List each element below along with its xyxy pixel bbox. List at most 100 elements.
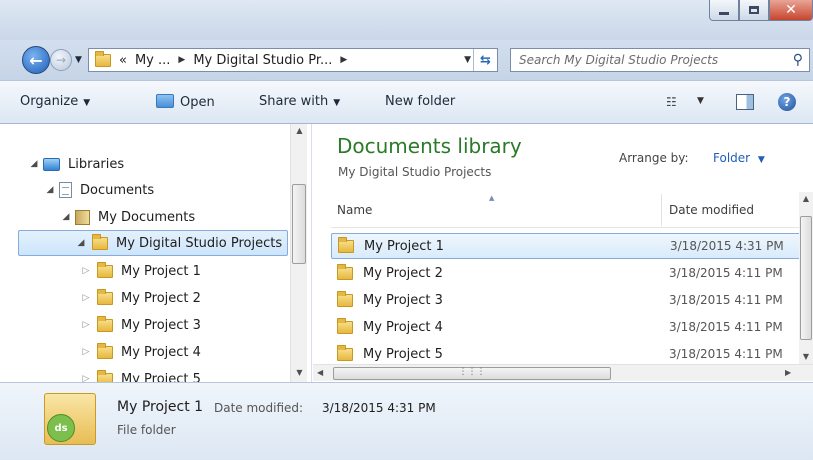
scrollbar-thumb[interactable]: ⋮⋮⋮ (333, 367, 611, 380)
folder-icon (97, 369, 113, 382)
collapsed-triangle-icon[interactable]: ▷ (80, 374, 92, 382)
collapsed-triangle-icon[interactable]: ▷ (80, 347, 92, 357)
organize-button[interactable]: Organize ▼ (20, 94, 90, 109)
details-date-value: 3/18/2015 4:31 PM (322, 401, 436, 415)
content-horizontal-scrollbar[interactable]: ◀ ⋮⋮⋮ ▶ (313, 364, 813, 381)
chevron-down-icon: ▼ (83, 98, 91, 108)
search-box[interactable]: ⚲ (510, 48, 810, 72)
sort-ascending-icon: ▲ (489, 194, 495, 202)
chevron-down-icon: ▼ (333, 98, 341, 108)
command-bar: Organize ▼ Open Share with ▼ New folder ☷ … (0, 80, 813, 124)
share-with-button[interactable]: Share with ▼ (259, 94, 340, 109)
tree-label: My Project 2 (121, 290, 201, 306)
view-options-dropdown-icon[interactable]: ▼ (697, 96, 704, 106)
folder-icon (337, 263, 353, 280)
search-icon[interactable]: ⚲ (793, 52, 803, 68)
details-item-type: File folder (117, 423, 176, 437)
tree-item-libraries[interactable]: ◢ Libraries (28, 151, 298, 177)
scroll-up-icon[interactable]: ▲ (291, 126, 308, 135)
maximize-button[interactable] (739, 0, 769, 21)
preview-pane-button[interactable] (736, 94, 754, 110)
collapsed-triangle-icon[interactable]: ▷ (80, 293, 92, 303)
change-view-icon[interactable]: ☷ (666, 95, 677, 109)
navigation-pane-scrollbar[interactable]: ▲ ▼ (290, 124, 307, 382)
scroll-down-icon[interactable]: ▼ (291, 368, 308, 377)
library-title: Documents library (337, 134, 522, 158)
tree-label: My Project 4 (121, 344, 201, 360)
new-folder-button[interactable]: New folder (385, 94, 455, 109)
tree-item-documents[interactable]: ◢ Documents (44, 177, 311, 203)
help-button[interactable]: ? (778, 93, 796, 111)
folder-icon (97, 261, 113, 278)
maximize-icon (749, 6, 759, 14)
file-name: My Project 5 (363, 346, 443, 362)
tree-item-project[interactable]: ▷ My Project 5 (80, 366, 311, 383)
scroll-up-icon[interactable]: ▲ (799, 194, 813, 203)
tree-label: Documents (80, 182, 155, 198)
tree-item-my-digital-studio-projects[interactable]: ◢ My Digital Studio Projects (18, 230, 288, 256)
navigation-pane: ◢ Libraries ◢ Documents ◢ My Documents ◢… (0, 124, 312, 382)
tree-item-project[interactable]: ▷ My Project 1 (80, 258, 311, 284)
refresh-icon: ⇆ (480, 52, 491, 68)
my-documents-icon (75, 209, 90, 225)
libraries-icon (43, 157, 60, 171)
breadcrumb-item-my-documents[interactable]: My ... (135, 53, 170, 68)
expanded-triangle-icon[interactable]: ◢ (75, 238, 87, 248)
tree-item-project[interactable]: ▷ My Project 3 (80, 312, 311, 338)
back-button[interactable]: ← (22, 46, 50, 74)
file-row[interactable]: My Project 3 3/18/2015 4:11 PM (331, 287, 801, 313)
arrange-by-label: Arrange by: (619, 151, 689, 165)
scroll-left-icon[interactable]: ◀ (317, 368, 323, 377)
chevron-down-icon: ▼ (757, 155, 765, 165)
scrollbar-thumb[interactable] (800, 216, 812, 340)
forward-button[interactable]: → (50, 49, 72, 71)
search-input[interactable] (519, 53, 774, 67)
content-vertical-scrollbar[interactable]: ▲ ▼ (799, 192, 813, 364)
folder-icon (337, 290, 353, 307)
arrange-by-dropdown[interactable]: Folder ▼ (713, 151, 765, 165)
documents-library-icon (59, 182, 72, 198)
file-row[interactable]: My Project 4 3/18/2015 4:11 PM (331, 314, 801, 340)
collapsed-triangle-icon[interactable]: ▷ (80, 320, 92, 330)
file-date: 3/18/2015 4:11 PM (669, 293, 783, 307)
open-button[interactable]: Open (156, 94, 215, 110)
expanded-triangle-icon[interactable]: ◢ (60, 212, 72, 222)
recent-pages-dropdown-icon[interactable]: ▼ (75, 55, 82, 65)
tree-item-my-documents[interactable]: ◢ My Documents (60, 204, 311, 230)
details-pane: ds My Project 1 Date modified: 3/18/2015… (0, 382, 813, 460)
file-date: 3/18/2015 4:31 PM (670, 239, 784, 253)
breadcrumb-separator-icon[interactable]: ▶ (340, 55, 347, 65)
breadcrumb-separator-icon[interactable]: ▶ (178, 55, 185, 65)
column-divider[interactable] (661, 194, 662, 226)
column-header-name[interactable]: Name (337, 203, 372, 217)
address-dropdown-icon[interactable]: ▼ (464, 55, 471, 65)
tree-label: My Project 3 (121, 317, 201, 333)
close-button[interactable]: ✕ (769, 0, 813, 21)
close-icon: ✕ (785, 2, 797, 18)
file-row[interactable]: My Project 2 3/18/2015 4:11 PM (331, 260, 801, 286)
file-name: My Project 3 (363, 292, 443, 308)
scrollbar-thumb[interactable] (292, 184, 306, 264)
column-header-date-modified[interactable]: Date modified (669, 203, 754, 217)
expanded-triangle-icon[interactable]: ◢ (44, 185, 56, 195)
scroll-down-icon[interactable]: ▼ (799, 352, 813, 361)
new-folder-label: New folder (385, 94, 456, 109)
help-icon: ? (783, 95, 791, 109)
minimize-button[interactable] (709, 0, 739, 21)
collapsed-triangle-icon[interactable]: ▷ (80, 266, 92, 276)
tree-label: Libraries (68, 156, 125, 172)
file-row[interactable]: My Project 1 3/18/2015 4:31 PM (331, 233, 801, 259)
minimize-icon (719, 11, 729, 15)
address-bar[interactable]: « My ... ▶ My Digital Studio Pr... ▶ ▼ ⇆ (88, 48, 498, 72)
tree-item-project[interactable]: ▷ My Project 2 (80, 285, 311, 311)
navigation-bar: ← → ▼ « My ... ▶ My Digital Studio Pr...… (0, 40, 813, 80)
breadcrumb-item-current[interactable]: My Digital Studio Pr... (193, 53, 332, 68)
tree-label: My Project 5 (121, 371, 201, 383)
scroll-right-icon[interactable]: ▶ (785, 368, 791, 377)
expanded-triangle-icon[interactable]: ◢ (28, 159, 40, 169)
breadcrumb-overflow[interactable]: « (119, 53, 127, 68)
refresh-button[interactable]: ⇆ (473, 49, 497, 71)
column-header-row: ▲ Name Date modified (331, 192, 801, 228)
tree-item-project[interactable]: ▷ My Project 4 (80, 339, 311, 365)
file-name: My Project 2 (363, 265, 443, 281)
